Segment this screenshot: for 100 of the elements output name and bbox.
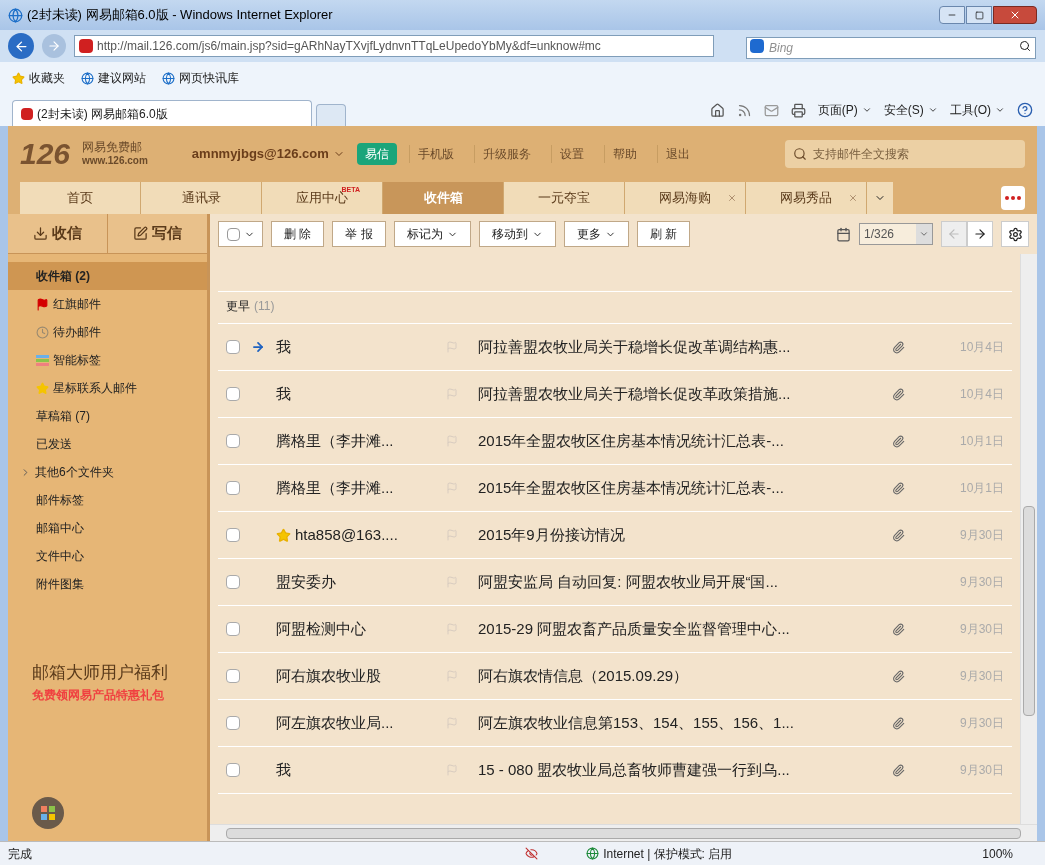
privacy-icon[interactable] [525,847,539,860]
nav-tab[interactable]: 一元夺宝 [504,182,625,214]
row-checkbox[interactable] [226,481,240,495]
mail-row[interactable]: 我 阿拉善盟农牧业局关于稳增长促改革调结构惠... 10月4日 [218,324,1012,371]
folder-item[interactable]: 已发送 [8,430,207,458]
folder-item[interactable]: 其他6个文件夹 [8,458,207,486]
help-icon[interactable] [1017,102,1033,118]
folder-item[interactable]: 文件中心 [8,542,207,570]
previous-page-button[interactable] [941,221,967,247]
flag-icon[interactable] [446,717,458,729]
mail-row[interactable]: 阿左旗农牧业局... 阿左旗农牧业信息第153、154、155、156、1... 9月30日 [218,700,1012,747]
search-icon[interactable] [1019,40,1031,52]
command-menu[interactable]: 安全(S) [883,101,938,119]
folder-item[interactable]: 星标联系人邮件 [8,374,207,402]
folder-item[interactable]: 待办邮件 [8,318,207,346]
toolbar-button[interactable]: 更多 [563,221,629,247]
favorites-item[interactable]: 建议网站 [81,69,146,87]
folder-item[interactable]: 邮件标签 [8,486,207,514]
row-checkbox[interactable] [226,340,240,354]
mail-search-field[interactable]: 支持邮件全文搜索 [785,139,1025,168]
mail-row[interactable]: 我 阿拉善盟农牧业局关于稳增长促改革政策措施... 10月4日 [218,371,1012,418]
browser-tab[interactable]: (2封未读) 网易邮箱6.0版 [12,100,312,126]
nav-tab[interactable]: 通讯录 [141,182,262,214]
flag-icon[interactable] [446,341,458,353]
header-link[interactable]: 帮助 [603,144,645,163]
receive-button[interactable]: 收信 [8,214,108,253]
print-icon[interactable] [790,102,806,118]
toolbar-button[interactable]: 标记为 [393,221,471,247]
row-checkbox[interactable] [226,434,240,448]
mail-row[interactable]: 阿右旗农牧业股 阿右旗农情信息（2015.09.29） 9月30日 [218,653,1012,700]
flag-icon[interactable] [446,576,458,588]
row-checkbox[interactable] [226,763,240,777]
header-link[interactable]: 退出 [656,144,698,163]
star-icon[interactable] [276,527,291,543]
toolbar-button[interactable]: 举 报 [332,221,386,247]
apps-button[interactable] [1001,186,1025,210]
toolbar-button[interactable]: 移动到 [478,221,556,247]
row-checkbox[interactable] [226,387,240,401]
row-checkbox[interactable] [226,575,240,589]
row-checkbox[interactable] [226,716,240,730]
calendar-icon[interactable] [836,226,851,242]
mail-row[interactable]: hta858@163.... 2015年9月份接访情况 9月30日 [218,512,1012,559]
command-menu[interactable]: 工具(O) [949,101,1005,119]
favorites-item[interactable]: 收藏夹 [12,69,65,87]
settings-button[interactable] [1001,221,1029,247]
maximize-button[interactable] [966,6,992,24]
compose-button[interactable]: 写信 [108,214,207,253]
flag-icon[interactable] [446,435,458,447]
favorites-item[interactable]: 网页快讯库 [162,69,239,87]
search-icon[interactable] [793,146,807,161]
minimize-button[interactable] [939,6,965,24]
close-tab-icon[interactable] [848,193,858,203]
feed-icon[interactable] [736,102,752,118]
flag-icon[interactable] [446,529,458,541]
star-icon [36,381,49,395]
folder-item[interactable]: 附件图集 [8,570,207,598]
command-menu[interactable]: 页面(P) [817,101,872,119]
mail-row[interactable]: 腾格里（李井滩... 2015年全盟农牧区住房基本情况统计汇总表-... 10月1日 [218,418,1012,465]
toolbar-button[interactable]: 删 除 [271,221,325,247]
account-menu[interactable]: amnmyjbgs@126.com [191,143,345,164]
app-grid-button[interactable] [32,797,64,829]
page-select[interactable]: 1/326 [859,223,933,245]
flag-icon[interactable] [446,388,458,400]
horizontal-scrollbar[interactable] [210,824,1037,841]
header-link[interactable]: 设置 [550,144,592,163]
toolbar-button[interactable]: 刷 新 [636,221,691,247]
search-field[interactable]: Bing [746,37,1036,59]
flag-icon[interactable] [446,623,458,635]
address-field[interactable]: http://mail.126.com/js6/main.jsp?sid=gARhNayTXvjfLydnvnTTqLeUpedoYbMy&df=unknow#mc [74,35,714,57]
folder-item[interactable]: 智能标签 [8,346,207,374]
next-page-button[interactable] [967,221,993,247]
folder-item[interactable]: 草稿箱 (7) [8,402,207,430]
flag-icon[interactable] [446,764,458,776]
back-button[interactable] [8,33,34,59]
mail-icon[interactable] [763,102,779,118]
close-tab-icon[interactable] [727,193,737,203]
folder-item[interactable]: 邮箱中心 [8,514,207,542]
zoom-level[interactable]: 100% [982,844,1037,863]
new-tab-button[interactable] [316,104,346,126]
close-button[interactable] [993,6,1037,24]
mail-row[interactable]: 腾格里（李井滩... 2015年全盟农牧区住房基本情况统计汇总表-... 10月1日 [218,465,1012,512]
mail-row[interactable]: 阿盟检测中心 2015-29 阿盟农畜产品质量安全监督管理中心... 9月30日 [218,606,1012,653]
select-all-checkbox[interactable] [218,221,263,247]
home-icon[interactable] [709,102,725,118]
flag-icon[interactable] [446,482,458,494]
row-checkbox[interactable] [226,622,240,636]
header-link[interactable]: 手机版 [408,144,462,163]
mail-row[interactable]: 我 15 - 080 盟农牧业局总畜牧师曹建强一行到乌... 9月30日 [218,747,1012,794]
forward-button[interactable] [42,34,66,58]
nav-tab[interactable]: 网易海购 [625,182,746,214]
folder-item[interactable]: 红旗邮件 [8,290,207,318]
nav-tab[interactable]: 首页 [20,182,141,214]
flag-icon[interactable] [446,670,458,682]
vertical-scrollbar[interactable] [1020,254,1037,824]
header-link[interactable]: 升级服务 [473,144,539,163]
row-checkbox[interactable] [226,528,240,542]
folder-item[interactable]: 收件箱 (2) [8,262,207,290]
row-checkbox[interactable] [226,669,240,683]
nav-tab[interactable]: 网易秀品 [746,182,867,214]
mail-row[interactable]: 盟安委办 阿盟安监局 自动回复: 阿盟农牧业局开展“国... 9月30日 [218,559,1012,606]
